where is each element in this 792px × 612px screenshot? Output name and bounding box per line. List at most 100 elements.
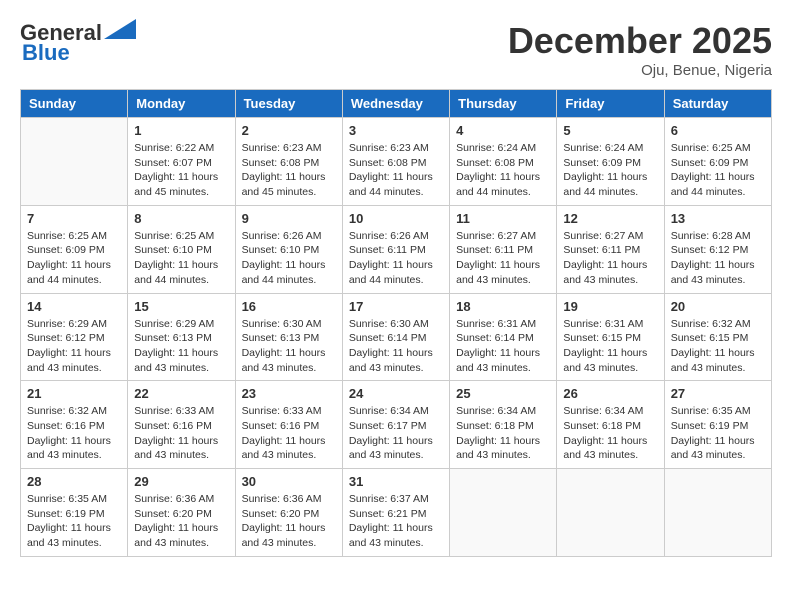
day-number: 4 — [456, 123, 550, 138]
day-number: 21 — [27, 386, 121, 401]
calendar-cell: 2Sunrise: 6:23 AMSunset: 6:08 PMDaylight… — [235, 118, 342, 206]
calendar-cell: 10 Sunrise: 6:26 AMSunset: 6:11 PMDayligh… — [342, 205, 449, 293]
calendar-cell: 22 Sunrise: 6:33 AMSunset: 6:16 PMDayligh… — [128, 381, 235, 469]
calendar-cell: 23Sunrise: 6:33 AMSunset: 6:16 PMDayligh… — [235, 381, 342, 469]
calendar-cell: 26Sunrise: 6:34 AMSunset: 6:18 PMDayligh… — [557, 381, 664, 469]
day-number: 6 — [671, 123, 765, 138]
title-block: December 2025 Oju, Benue, Nigeria — [508, 20, 772, 79]
day-info: Sunrise: 6:24 AMSunset: 6:09 PMDaylight:… — [563, 141, 657, 200]
calendar-cell: 4 Sunrise: 6:24 AMSunset: 6:08 PMDaylight… — [450, 118, 557, 206]
location: Oju, Benue, Nigeria — [508, 62, 772, 79]
day-number: 29 — [134, 474, 228, 489]
calendar-cell: 8 Sunrise: 6:25 AMSunset: 6:10 PMDaylight… — [128, 205, 235, 293]
day-number: 16 — [242, 299, 336, 314]
day-number: 14 — [27, 299, 121, 314]
day-info: Sunrise: 6:30 AMSunset: 6:14 PMDaylight:… — [349, 317, 443, 376]
calendar-cell: 27 Sunrise: 6:35 AMSunset: 6:19 PMDayligh… — [664, 381, 771, 469]
day-number: 3 — [349, 123, 443, 138]
day-info: Sunrise: 6:36 AMSunset: 6:20 PMDaylight:… — [242, 492, 336, 551]
calendar-cell: 24 Sunrise: 6:34 AMSunset: 6:17 PMDayligh… — [342, 381, 449, 469]
calendar-cell: 30 Sunrise: 6:36 AMSunset: 6:20 PMDayligh… — [235, 469, 342, 557]
day-number: 28 — [27, 474, 121, 489]
logo-blue: Blue — [22, 40, 70, 66]
day-info: Sunrise: 6:26 AMSunset: 6:10 PMDaylight:… — [242, 229, 336, 288]
day-number: 20 — [671, 299, 765, 314]
day-info: Sunrise: 6:34 AMSunset: 6:17 PMDaylight:… — [349, 404, 443, 463]
day-number: 15 — [134, 299, 228, 314]
day-number: 31 — [349, 474, 443, 489]
calendar-cell — [21, 118, 128, 206]
calendar-header-row: SundayMondayTuesdayWednesdayThursdayFrid… — [21, 90, 772, 118]
day-number: 10 — [349, 211, 443, 226]
day-info: Sunrise: 6:28 AMSunset: 6:12 PMDaylight:… — [671, 229, 765, 288]
day-number: 23 — [242, 386, 336, 401]
day-info: Sunrise: 6:35 AMSunset: 6:19 PMDaylight:… — [27, 492, 121, 551]
calendar-week-1: 1 Sunrise: 6:22 AMSunset: 6:07 PMDaylight… — [21, 118, 772, 206]
calendar-week-4: 21 Sunrise: 6:32 AMSunset: 6:16 PMDayligh… — [21, 381, 772, 469]
calendar-cell: 7 Sunrise: 6:25 AMSunset: 6:09 PMDaylight… — [21, 205, 128, 293]
weekday-header-sunday: Sunday — [21, 90, 128, 118]
day-info: Sunrise: 6:32 AMSunset: 6:16 PMDaylight:… — [27, 404, 121, 463]
day-number: 27 — [671, 386, 765, 401]
calendar-cell: 16 Sunrise: 6:30 AMSunset: 6:13 PMDayligh… — [235, 293, 342, 381]
weekday-header-tuesday: Tuesday — [235, 90, 342, 118]
day-number: 12 — [563, 211, 657, 226]
day-info: Sunrise: 6:25 AMSunset: 6:09 PMDaylight:… — [27, 229, 121, 288]
day-number: 30 — [242, 474, 336, 489]
calendar-cell: 19 Sunrise: 6:31 AMSunset: 6:15 PMDayligh… — [557, 293, 664, 381]
page-header: General Blue December 2025 Oju, Benue, N… — [20, 20, 772, 79]
calendar-cell: 6 Sunrise: 6:25 AMSunset: 6:09 PMDaylight… — [664, 118, 771, 206]
calendar-cell: 5 Sunrise: 6:24 AMSunset: 6:09 PMDaylight… — [557, 118, 664, 206]
day-info: Sunrise: 6:35 AMSunset: 6:19 PMDaylight:… — [671, 404, 765, 463]
weekday-header-monday: Monday — [128, 90, 235, 118]
calendar-cell: 13 Sunrise: 6:28 AMSunset: 6:12 PMDayligh… — [664, 205, 771, 293]
calendar-cell: 3 Sunrise: 6:23 AMSunset: 6:08 PMDaylight… — [342, 118, 449, 206]
day-number: 7 — [27, 211, 121, 226]
weekday-header-friday: Friday — [557, 90, 664, 118]
calendar-cell: 31 Sunrise: 6:37 AMSunset: 6:21 PMDayligh… — [342, 469, 449, 557]
day-info: Sunrise: 6:36 AMSunset: 6:20 PMDaylight:… — [134, 492, 228, 551]
weekday-header-thursday: Thursday — [450, 90, 557, 118]
day-info: Sunrise: 6:31 AMSunset: 6:15 PMDaylight:… — [563, 317, 657, 376]
day-number: 22 — [134, 386, 228, 401]
day-info: Sunrise: 6:30 AMSunset: 6:13 PMDaylight:… — [242, 317, 336, 376]
day-number: 24 — [349, 386, 443, 401]
calendar-cell: 20Sunrise: 6:32 AMSunset: 6:15 PMDayligh… — [664, 293, 771, 381]
day-number: 25 — [456, 386, 550, 401]
day-number: 19 — [563, 299, 657, 314]
day-number: 18 — [456, 299, 550, 314]
day-info: Sunrise: 6:34 AMSunset: 6:18 PMDaylight:… — [563, 404, 657, 463]
weekday-header-wednesday: Wednesday — [342, 90, 449, 118]
day-info: Sunrise: 6:31 AMSunset: 6:14 PMDaylight:… — [456, 317, 550, 376]
day-number: 9 — [242, 211, 336, 226]
day-info: Sunrise: 6:25 AMSunset: 6:09 PMDaylight:… — [671, 141, 765, 200]
calendar-week-5: 28 Sunrise: 6:35 AMSunset: 6:19 PMDayligh… — [21, 469, 772, 557]
day-number: 13 — [671, 211, 765, 226]
day-info: Sunrise: 6:33 AMSunset: 6:16 PMDaylight:… — [134, 404, 228, 463]
logo: General Blue — [20, 20, 136, 66]
day-info: Sunrise: 6:23 AMSunset: 6:08 PMDaylight:… — [242, 141, 336, 200]
calendar-cell: 1 Sunrise: 6:22 AMSunset: 6:07 PMDaylight… — [128, 118, 235, 206]
calendar-table: SundayMondayTuesdayWednesdayThursdayFrid… — [20, 89, 772, 557]
day-info: Sunrise: 6:29 AMSunset: 6:12 PMDaylight:… — [27, 317, 121, 376]
calendar-week-3: 14 Sunrise: 6:29 AMSunset: 6:12 PMDayligh… — [21, 293, 772, 381]
day-number: 5 — [563, 123, 657, 138]
day-info: Sunrise: 6:23 AMSunset: 6:08 PMDaylight:… — [349, 141, 443, 200]
calendar-cell: 15Sunrise: 6:29 AMSunset: 6:13 PMDayligh… — [128, 293, 235, 381]
calendar-cell: 14 Sunrise: 6:29 AMSunset: 6:12 PMDayligh… — [21, 293, 128, 381]
calendar-cell — [450, 469, 557, 557]
day-number: 11 — [456, 211, 550, 226]
calendar-cell: 25Sunrise: 6:34 AMSunset: 6:18 PMDayligh… — [450, 381, 557, 469]
calendar-cell: 28 Sunrise: 6:35 AMSunset: 6:19 PMDayligh… — [21, 469, 128, 557]
day-info: Sunrise: 6:37 AMSunset: 6:21 PMDaylight:… — [349, 492, 443, 551]
calendar-cell — [557, 469, 664, 557]
day-info: Sunrise: 6:25 AMSunset: 6:10 PMDaylight:… — [134, 229, 228, 288]
day-number: 8 — [134, 211, 228, 226]
day-number: 17 — [349, 299, 443, 314]
day-number: 1 — [134, 123, 228, 138]
day-info: Sunrise: 6:26 AMSunset: 6:11 PMDaylight:… — [349, 229, 443, 288]
calendar-cell: 11Sunrise: 6:27 AMSunset: 6:11 PMDayligh… — [450, 205, 557, 293]
calendar-cell: 17 Sunrise: 6:30 AMSunset: 6:14 PMDayligh… — [342, 293, 449, 381]
day-info: Sunrise: 6:22 AMSunset: 6:07 PMDaylight:… — [134, 141, 228, 200]
day-info: Sunrise: 6:24 AMSunset: 6:08 PMDaylight:… — [456, 141, 550, 200]
